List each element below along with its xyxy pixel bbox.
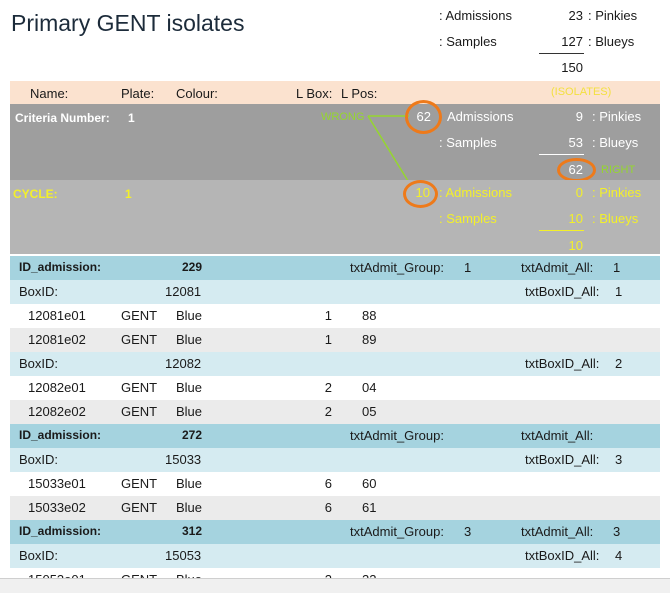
- isolate-lbox: 6: [324, 476, 332, 491]
- box-row: BoxID: 15033 txtBoxID_All: 3: [10, 448, 660, 472]
- admit-group-value: 3: [464, 524, 472, 539]
- isolate-lpos: 60: [362, 476, 377, 491]
- boxid-label: BoxID:: [19, 356, 59, 371]
- isolate-colour: Blue: [176, 380, 203, 395]
- admit-all-label: txtAdmit_All:: [521, 524, 594, 539]
- criteria-samples-label: : Samples: [439, 135, 497, 150]
- isolate-name: 12081e02: [28, 332, 86, 347]
- cycle-admissions-value: 0: [575, 185, 583, 200]
- isolate-lpos: 61: [362, 500, 377, 515]
- boxid-all-label: txtBoxID_All:: [525, 356, 600, 371]
- cycle-samples-label: : Samples: [439, 211, 497, 226]
- isolate-plate: GENT: [121, 500, 158, 515]
- isolate-lbox: 6: [324, 500, 332, 515]
- admit-group-value: 1: [464, 260, 472, 275]
- isolate-lpos: 05: [362, 404, 377, 419]
- admission-row: ID_admission: 229 txtAdmit_Group: 1 txtAdmit…: [10, 256, 660, 280]
- admit-all-value: 3: [613, 524, 621, 539]
- isolate-colour: Blue: [176, 476, 203, 491]
- id-admission-value: 312: [181, 524, 202, 538]
- id-admission-value: 272: [181, 428, 202, 442]
- cycle-total-value: 10: [568, 238, 583, 253]
- isolate-plate: GENT: [121, 380, 158, 395]
- isolate-plate: GENT: [121, 404, 158, 419]
- boxid-all-label: txtBoxID_All:: [525, 548, 600, 563]
- cycle-samples-value: 10: [568, 211, 583, 226]
- criteria-pinkies-label: : Pinkies: [592, 109, 642, 124]
- admission-row: ID_admission: 272 txtAdmit_Group: txtAdmit_…: [10, 424, 660, 448]
- boxid-value: 15033: [165, 452, 202, 467]
- isolate-name: 15033e01: [28, 476, 86, 491]
- criteria-samples-value: 53: [568, 135, 583, 150]
- isolate-row: 12082e01 GENT Blue 2 04: [10, 376, 660, 400]
- criteria-admissions-value: 9: [575, 109, 583, 124]
- box-row: BoxID: 15053 txtBoxID_All: 4: [10, 544, 660, 568]
- boxid-all-label: txtBoxID_All:: [525, 452, 600, 467]
- isolate-colour: Blue: [176, 404, 203, 419]
- box-row: BoxID: 12081 txtBoxID_All: 1: [10, 280, 660, 304]
- boxid-all-value: 3: [615, 452, 623, 467]
- isolate-lbox: 1: [324, 308, 332, 323]
- boxid-all-label: txtBoxID_All:: [525, 284, 600, 299]
- id-admission-label: ID_admission:: [19, 260, 102, 274]
- criteria-blueys-label: : Blueys: [592, 135, 639, 150]
- isolate-name: 15033e02: [28, 500, 86, 515]
- isolate-row: 12081e02 GENT Blue 1 89: [10, 328, 660, 352]
- boxid-value: 12081: [165, 284, 202, 299]
- criteria-total-line: [539, 154, 584, 155]
- criteria-total-value: 62: [568, 162, 583, 177]
- id-admission-label: ID_admission:: [19, 428, 102, 442]
- cycle-admissions-label: : Admissions: [439, 185, 512, 200]
- isolate-colour: Blue: [176, 500, 203, 515]
- boxid-all-value: 4: [615, 548, 623, 563]
- admit-group-label: txtAdmit_Group:: [350, 524, 444, 539]
- boxid-label: BoxID:: [19, 548, 59, 563]
- isolate-name: 12082e01: [28, 380, 86, 395]
- admit-all-label: txtAdmit_All:: [521, 428, 594, 443]
- isolate-lbox: 1: [324, 332, 332, 347]
- horizontal-scrollbar[interactable]: [0, 578, 670, 593]
- criteria-admissions-label: Admissions: [447, 109, 514, 124]
- id-admission-label: ID_admission:: [19, 524, 102, 538]
- cycle-circled-value: 10: [415, 185, 430, 200]
- boxid-all-value: 1: [615, 284, 623, 299]
- isolate-name: 12081e01: [28, 308, 86, 323]
- admit-group-label: txtAdmit_Group:: [350, 260, 444, 275]
- cycle-value: 1: [125, 187, 132, 201]
- boxid-all-value: 2: [615, 356, 623, 371]
- isolate-lpos: 04: [362, 380, 377, 395]
- isolate-name: 12082e02: [28, 404, 86, 419]
- isolate-row: 15033e02 GENT Blue 6 61: [10, 496, 660, 520]
- isolate-plate: GENT: [121, 332, 158, 347]
- isolate-colour: Blue: [176, 308, 203, 323]
- boxid-value: 12082: [165, 356, 202, 371]
- isolate-row: 15033e01 GENT Blue 6 60: [10, 472, 660, 496]
- cycle-pinkies-label: : Pinkies: [592, 185, 642, 200]
- criteria-circled-value: 62: [416, 109, 431, 124]
- id-admission-value: 229: [181, 260, 202, 274]
- admit-group-label: txtAdmit_Group:: [350, 428, 444, 443]
- isolate-row: 12081e01 GENT Blue 1 88: [10, 304, 660, 328]
- boxid-label: BoxID:: [19, 284, 59, 299]
- isolate-lpos: 89: [362, 332, 377, 347]
- isolate-lbox: 2: [324, 380, 332, 395]
- cycle-total-line: [539, 230, 584, 231]
- isolate-plate: GENT: [121, 308, 158, 323]
- boxid-label: BoxID:: [19, 452, 59, 467]
- cycle-blueys-label: : Blueys: [592, 211, 639, 226]
- admission-row: ID_admission: 312 txtAdmit_Group: 3 txtAdmit…: [10, 520, 660, 544]
- right-annotation: RIGHT: [601, 164, 636, 176]
- cycle-label: CYCLE:: [13, 187, 58, 201]
- isolate-lbox: 2: [324, 404, 332, 419]
- admit-all-value: 1: [613, 260, 621, 275]
- isolate-plate: GENT: [121, 476, 158, 491]
- boxid-value: 15053: [165, 548, 202, 563]
- admit-all-label: txtAdmit_All:: [521, 260, 594, 275]
- box-row: BoxID: 12082 txtBoxID_All: 2: [10, 352, 660, 376]
- isolate-lpos: 88: [362, 308, 377, 323]
- isolate-row: 12082e02 GENT Blue 2 05: [10, 400, 660, 424]
- isolate-colour: Blue: [176, 332, 203, 347]
